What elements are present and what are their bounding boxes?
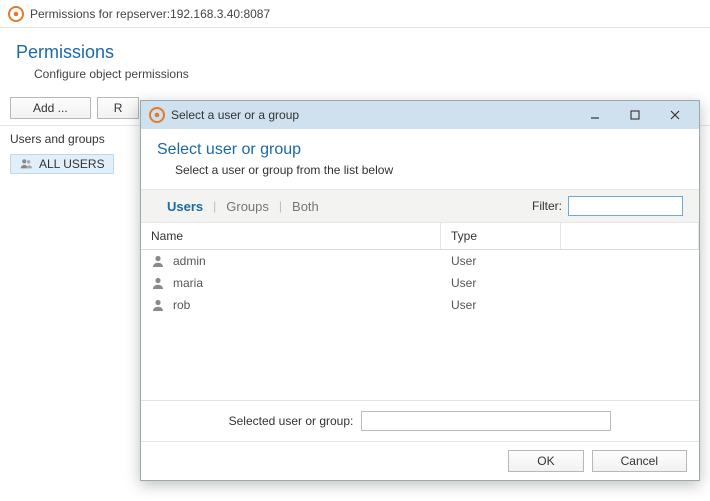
users-icon bbox=[19, 157, 33, 171]
user-icon bbox=[151, 276, 165, 290]
grid-body[interactable]: admin User maria User rob User bbox=[141, 250, 699, 400]
parent-titlebar: Permissions for repserver:192.168.3.40:8… bbox=[0, 0, 710, 28]
row-name: rob bbox=[173, 298, 190, 312]
parent-window-title: Permissions for repserver:192.168.3.40:8… bbox=[30, 7, 270, 21]
dialog-subheading: Select a user or group from the list bel… bbox=[175, 163, 683, 177]
user-icon bbox=[151, 298, 165, 312]
tab-users[interactable]: Users bbox=[157, 199, 213, 214]
table-row[interactable]: maria User bbox=[141, 272, 699, 294]
dialog-footer: OK Cancel bbox=[141, 441, 699, 480]
tree-item-all-users[interactable]: ALL USERS bbox=[10, 154, 114, 174]
user-icon bbox=[151, 254, 165, 268]
grid-header: Name Type bbox=[141, 223, 699, 250]
cancel-button[interactable]: Cancel bbox=[592, 450, 687, 472]
remove-button-partial[interactable]: R bbox=[97, 97, 140, 119]
selected-row: Selected user or group: bbox=[141, 400, 699, 441]
table-row[interactable]: rob User bbox=[141, 294, 699, 316]
dialog-titlebar[interactable]: Select a user or a group bbox=[141, 101, 699, 129]
tree-item-label: ALL USERS bbox=[39, 157, 105, 171]
selected-input[interactable] bbox=[361, 411, 611, 431]
row-type: User bbox=[441, 272, 561, 294]
row-name: maria bbox=[173, 276, 203, 290]
minimize-button[interactable] bbox=[575, 104, 615, 126]
page-subtitle: Configure object permissions bbox=[34, 67, 694, 81]
column-header-name[interactable]: Name bbox=[141, 223, 441, 249]
selected-label: Selected user or group: bbox=[229, 414, 354, 428]
page-title: Permissions bbox=[16, 42, 694, 63]
app-icon bbox=[149, 107, 165, 123]
row-type: User bbox=[441, 294, 561, 316]
select-user-dialog: Select a user or a group Select user or … bbox=[140, 100, 700, 481]
filter-input[interactable] bbox=[568, 196, 683, 216]
column-header-type[interactable]: Type bbox=[441, 223, 561, 249]
tab-groups[interactable]: Groups bbox=[216, 199, 279, 214]
dialog-tab-row: Users | Groups | Both Filter: bbox=[141, 189, 699, 223]
row-type: User bbox=[441, 250, 561, 272]
dialog-heading: Select user or group bbox=[157, 141, 683, 159]
table-row[interactable]: admin User bbox=[141, 250, 699, 272]
add-button[interactable]: Add ... bbox=[10, 97, 91, 119]
tab-both[interactable]: Both bbox=[282, 199, 329, 214]
column-header-spacer bbox=[561, 223, 699, 249]
row-name: admin bbox=[173, 254, 206, 268]
maximize-button[interactable] bbox=[615, 104, 655, 126]
ok-button[interactable]: OK bbox=[508, 450, 583, 472]
dialog-title: Select a user or a group bbox=[171, 108, 569, 122]
filter-label: Filter: bbox=[532, 199, 562, 213]
app-icon bbox=[8, 6, 24, 22]
close-button[interactable] bbox=[655, 104, 695, 126]
